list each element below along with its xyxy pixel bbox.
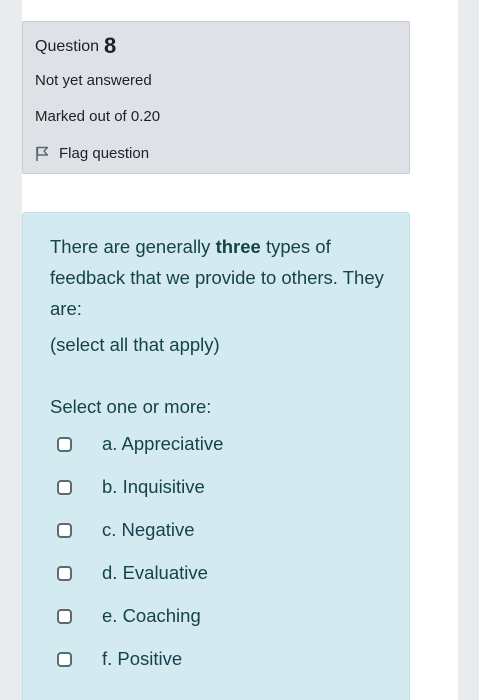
answer-label-c: c. Negative [102,519,195,540]
answer-option-d[interactable]: d. Evaluative [57,562,208,584]
answer-checkbox-e[interactable] [57,608,72,624]
answer-checkbox-f[interactable] [57,651,72,667]
question-text: There are generally three types of feedb… [50,231,402,324]
answer-label-f: f. Positive [102,648,183,669]
question-info-panel: Question 8 Not yet answered Marked out of… [22,21,410,174]
flag-question-link[interactable]: Flag question [35,144,149,162]
question-hint: (select all that apply) [50,334,220,355]
answer-checkbox-b[interactable] [57,479,72,495]
flag-icon [36,146,49,161]
answer-label-e: e. Coaching [102,605,201,626]
answer-checkbox-c[interactable] [57,522,72,538]
question-content-panel: There are generally three types of feedb… [22,212,410,700]
answer-label-d: d. Evaluative [102,562,208,583]
answer-option-f[interactable]: f. Positive [57,648,182,670]
question-state: Not yet answered [35,72,152,89]
answer-label-a: a. Appreciative [102,433,224,454]
answer-label-b: b. Inquisitive [102,476,205,497]
answer-option-b[interactable]: b. Inquisitive [57,476,205,498]
question-grade: Marked out of 0.20 [35,108,161,125]
question-heading: Question 8 [35,33,116,59]
question-text-emphasis: three [215,236,261,257]
answer-option-c[interactable]: c. Negative [57,519,195,541]
answer-option-a[interactable]: a. Appreciative [57,433,223,455]
question-label: Question [35,38,100,55]
answer-prompt: Select one or more: [50,396,212,417]
question-number: 8 [104,33,117,58]
answer-checkbox-d[interactable] [57,565,72,581]
flag-question-label: Flag question [59,144,150,162]
question-text-before: There are generally [50,236,216,257]
answer-checkbox-a[interactable] [57,436,72,452]
answer-option-e[interactable]: e. Coaching [57,605,201,627]
